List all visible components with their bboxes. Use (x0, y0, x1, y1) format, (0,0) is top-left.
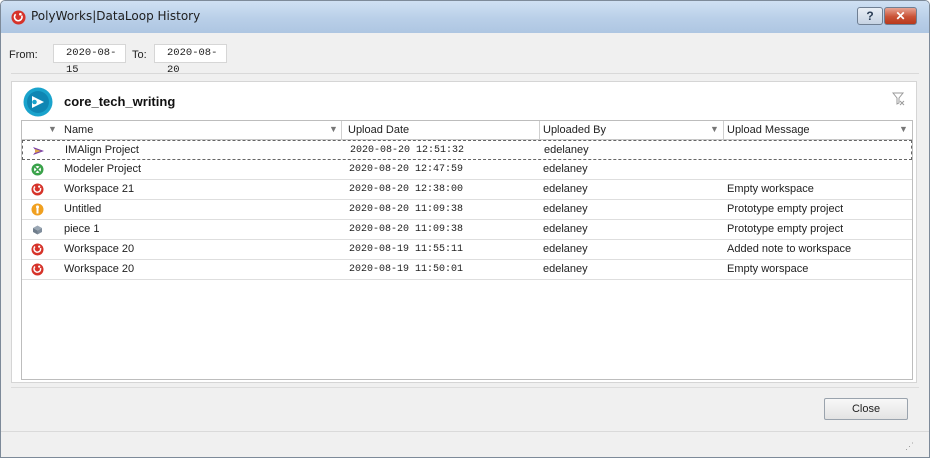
cell-name: Modeler Project (64, 163, 142, 175)
cell-name: Workspace 21 (64, 183, 135, 195)
table-header: ▼ Name ▼ Upload Date Uploaded By ▼ Uploa… (22, 121, 912, 140)
workspace-icon (31, 183, 44, 196)
clear-filter-icon[interactable] (892, 92, 906, 106)
filter-icon[interactable]: ▼ (710, 125, 719, 134)
inspector-icon (31, 203, 44, 216)
column-header-upload-date[interactable]: Upload Date (342, 121, 540, 139)
workspace-icon (31, 243, 44, 256)
column-header-name[interactable]: ▼ Name ▼ (22, 121, 342, 139)
column-header-uploaded-by[interactable]: Uploaded By ▼ (540, 121, 724, 139)
title-bar[interactable]: PolyWorks|DataLoop History ? ✕ (1, 1, 929, 33)
column-label: Upload Message (727, 124, 810, 136)
close-button[interactable]: Close (824, 398, 908, 420)
resize-grip-icon[interactable]: ⋰ (905, 441, 914, 452)
polyworks-app-icon (11, 10, 26, 25)
to-date-field[interactable]: 2020-08-20 (154, 44, 227, 76)
filter-icon[interactable]: ▼ (329, 125, 338, 134)
column-label: Name (64, 124, 94, 136)
history-table: ▼ Name ▼ Upload Date Uploaded By ▼ Uploa… (21, 120, 913, 380)
history-dialog: PolyWorks|DataLoop History ? ✕ From: 202… (0, 0, 930, 458)
dataloop-logo-icon (23, 87, 53, 117)
cell-upload-message: Added note to workspace (727, 243, 852, 255)
divider (11, 387, 919, 388)
workspace-name: core_tech_writing (64, 94, 176, 109)
cell-upload-message: Prototype empty project (727, 223, 844, 235)
to-label: To: (132, 49, 147, 61)
table-row[interactable]: Workspace 20 2020-08-19 11:55:11 edelaney A… (22, 240, 912, 260)
table-row[interactable]: Workspace 21 2020-08-20 12:38:00 edelaney E… (22, 180, 912, 200)
cell-uploaded-by: edelaney (543, 203, 588, 215)
from-date-field[interactable]: 2020-08-15 (53, 44, 126, 76)
cell-name: Workspace 20 (64, 263, 135, 275)
column-label: Uploaded By (543, 124, 606, 136)
cell-uploaded-by: edelaney (543, 163, 588, 175)
table-row[interactable]: Workspace 20 2020-08-19 11:50:01 edelaney E… (22, 260, 912, 280)
cell-uploaded-by: edelaney (543, 263, 588, 275)
workspace-panel: core_tech_writing ▼ Name ▼ Upload Date U… (11, 81, 917, 383)
table-row[interactable]: Untitled 2020-08-20 11:09:38 edelaney Proto… (22, 200, 912, 220)
cell-name: piece 1 (64, 223, 100, 235)
cell-name: IMAlign Project (65, 144, 139, 156)
modeler-icon (31, 163, 44, 176)
table-row[interactable]: IMAlign Project 2020-08-20 12:51:32 edelan… (22, 140, 912, 160)
cell-upload-date: 2020-08-20 11:09:38 (349, 204, 464, 215)
cell-upload-date: 2020-08-19 11:55:11 (349, 244, 464, 255)
cell-uploaded-by: edelaney (543, 183, 588, 195)
column-label: Upload Date (348, 124, 410, 136)
cell-upload-message: Empty worspace (727, 263, 809, 275)
status-bar (1, 431, 929, 432)
cell-upload-message: Empty workspace (727, 183, 814, 195)
table-row[interactable]: piece 1 2020-08-20 11:09:38 edelaney Protot… (22, 220, 912, 240)
date-filter-row: From: 2020-08-15 To: 2020-08-20 (1, 33, 929, 76)
cell-upload-date: 2020-08-20 11:09:38 (349, 224, 464, 235)
imalign-icon (33, 147, 44, 155)
column-header-upload-message[interactable]: Upload Message ▼ (724, 121, 912, 139)
cell-upload-date: 2020-08-20 12:51:32 (350, 145, 465, 156)
cell-upload-date: 2020-08-19 11:50:01 (349, 264, 464, 275)
cell-upload-date: 2020-08-20 12:47:59 (349, 164, 464, 175)
cell-uploaded-by: edelaney (543, 243, 588, 255)
table-row[interactable]: Modeler Project 2020-08-20 12:47:59 edelan… (22, 160, 912, 180)
cell-upload-date: 2020-08-20 12:38:00 (349, 184, 464, 195)
cell-uploaded-by: edelaney (544, 144, 589, 156)
filter-icon[interactable]: ▼ (899, 125, 908, 134)
close-window-button[interactable]: ✕ (884, 7, 917, 25)
cell-upload-message: Prototype empty project (727, 203, 844, 215)
cell-name: Workspace 20 (64, 243, 135, 255)
help-button[interactable]: ? (857, 7, 883, 25)
window-title: PolyWorks|DataLoop History (31, 9, 201, 23)
cell-uploaded-by: edelaney (543, 223, 588, 235)
cell-name: Untitled (64, 203, 102, 215)
workspace-icon (31, 263, 44, 276)
from-label: From: (9, 49, 38, 61)
filter-icon[interactable]: ▼ (48, 125, 57, 134)
divider (11, 73, 919, 74)
piece-icon (33, 225, 42, 235)
